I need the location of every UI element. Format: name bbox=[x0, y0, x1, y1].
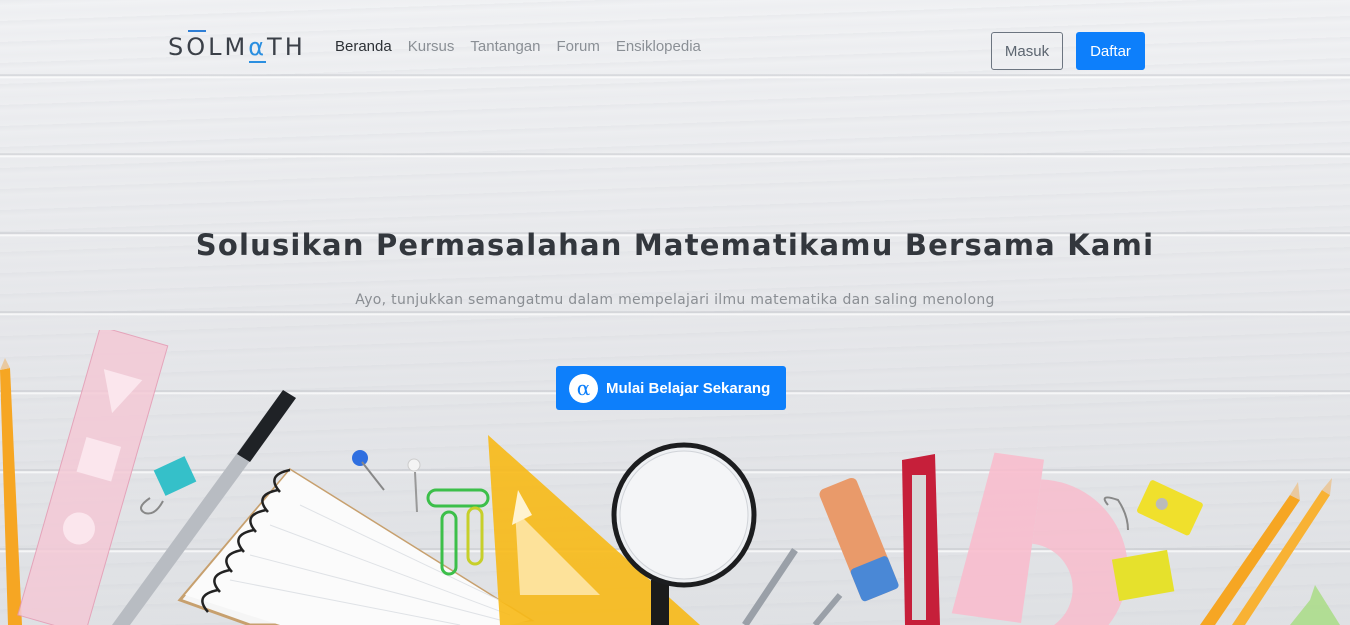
white-push-pin bbox=[407, 458, 421, 513]
logo-letter: LM bbox=[208, 33, 249, 61]
main-menu: Beranda Kursus Tantangan Forum Ensiklope… bbox=[335, 38, 701, 55]
nav-item-beranda[interactable]: Beranda bbox=[335, 38, 392, 55]
nav-item-kursus[interactable]: Kursus bbox=[408, 38, 455, 55]
hero-subtitle: Ayo, tunjukkan semangatmu dalam mempelaj… bbox=[355, 292, 995, 308]
logo-letter: TH bbox=[267, 33, 306, 61]
pencil-left bbox=[0, 358, 22, 625]
logo-alpha-letter: α bbox=[248, 33, 268, 63]
register-button[interactable]: Daftar bbox=[1076, 32, 1145, 70]
blue-push-pin bbox=[352, 450, 385, 491]
alpha-icon: α bbox=[569, 373, 598, 403]
pink-protractor bbox=[951, 452, 1128, 625]
start-learning-button[interactable]: α Mulai Belajar Sekarang bbox=[556, 366, 786, 410]
navbar: SOLMαTH Beranda Kursus Tantangan Forum E… bbox=[0, 0, 1350, 98]
binder-clip-teal bbox=[140, 456, 197, 515]
compass-tool bbox=[742, 548, 843, 625]
eraser bbox=[819, 477, 899, 602]
spiral-notebook bbox=[177, 468, 535, 625]
logo-letter: O bbox=[186, 30, 209, 61]
pencil-sharpener bbox=[1137, 480, 1203, 536]
login-button[interactable]: Masuk bbox=[991, 32, 1063, 70]
nav-item-forum[interactable]: Forum bbox=[556, 38, 599, 55]
hero-title: Solusikan Permasalahan Matematikamu Bers… bbox=[195, 228, 1155, 262]
green-ruler-corner bbox=[1290, 585, 1340, 625]
nav-item-ensiklopedia[interactable]: Ensiklopedia bbox=[616, 38, 701, 55]
red-utility-knife bbox=[902, 454, 940, 625]
solmath-logo[interactable]: SOLMαTH bbox=[168, 30, 306, 63]
logo-letter: S bbox=[168, 33, 187, 61]
nav-item-tantangan[interactable]: Tantangan bbox=[470, 38, 540, 55]
start-learning-label: Mulai Belajar Sekarang bbox=[606, 379, 771, 397]
